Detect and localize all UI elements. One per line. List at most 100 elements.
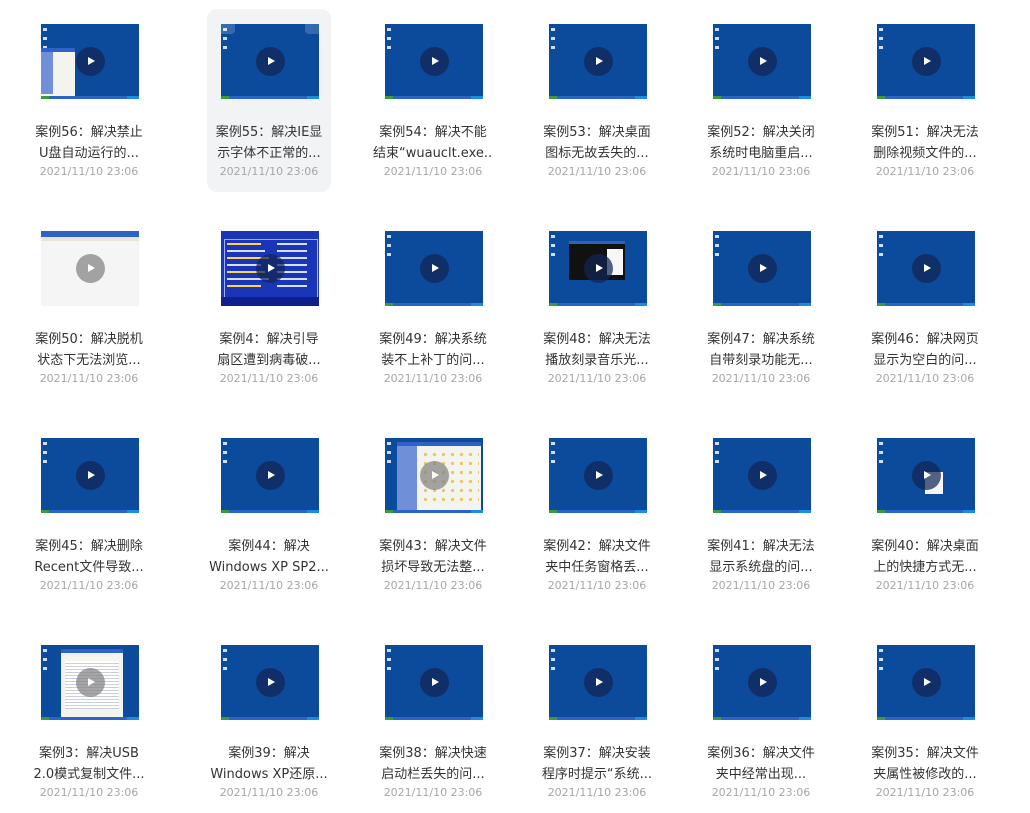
play-icon[interactable]: [76, 668, 105, 697]
video-title[interactable]: 案例35：解决文件 夹属性被修改的...: [865, 743, 985, 785]
video-title[interactable]: 案例48：解决无法 播放刻录音乐光...: [537, 329, 657, 371]
video-card[interactable]: 案例55：解决IE显 示字体不正常的... 2021/11/10 23:06: [207, 9, 331, 192]
play-icon[interactable]: [256, 668, 285, 697]
play-icon[interactable]: [912, 668, 941, 697]
video-thumbnail[interactable]: [41, 231, 139, 306]
video-card[interactable]: 案例47：解决系统 自带刻录功能无... 2021/11/10 23:06: [699, 216, 823, 399]
video-thumbnail[interactable]: [41, 645, 139, 720]
video-thumbnail[interactable]: [713, 645, 811, 720]
video-title[interactable]: 案例45：解决删除 Recent文件导致...: [29, 536, 149, 578]
video-thumbnail[interactable]: [713, 24, 811, 99]
video-card[interactable]: 案例37：解决安装 程序时提示“系统... 2021/11/10 23:06: [535, 630, 659, 813]
video-thumbnail[interactable]: [385, 438, 483, 513]
video-title[interactable]: 案例4：解决引导 扇区遭到病毒破...: [209, 329, 329, 371]
video-title[interactable]: 案例42：解决文件 夹中任务窗格丢...: [537, 536, 657, 578]
play-icon[interactable]: [420, 254, 449, 283]
play-icon[interactable]: [256, 254, 285, 283]
play-icon[interactable]: [748, 254, 777, 283]
video-title[interactable]: 案例56：解决禁止 U盘自动运行的...: [29, 122, 149, 164]
video-title-line: 夹属性被修改的...: [873, 767, 977, 782]
play-icon[interactable]: [912, 461, 941, 490]
video-title[interactable]: 案例46：解决网页 显示为空白的问...: [865, 329, 985, 371]
video-card[interactable]: 案例51：解决无法 删除视频文件的... 2021/11/10 23:06: [863, 9, 987, 192]
play-icon[interactable]: [584, 47, 613, 76]
play-icon[interactable]: [76, 47, 105, 76]
video-card[interactable]: 案例40：解决桌面 上的快捷方式无... 2021/11/10 23:06: [863, 423, 987, 606]
video-title[interactable]: 案例52：解决关闭 系统时电脑重启...: [701, 122, 821, 164]
video-title[interactable]: 案例47：解决系统 自带刻录功能无...: [701, 329, 821, 371]
play-icon[interactable]: [420, 47, 449, 76]
video-thumbnail[interactable]: [549, 231, 647, 306]
video-title[interactable]: 案例3：解决USB 2.0模式复制文件...: [29, 743, 149, 785]
video-title[interactable]: 案例55：解决IE显 示字体不正常的...: [209, 122, 329, 164]
video-card[interactable]: 案例4：解决引导 扇区遭到病毒破... 2021/11/10 23:06: [207, 216, 331, 399]
video-card[interactable]: 案例46：解决网页 显示为空白的问... 2021/11/10 23:06: [863, 216, 987, 399]
video-title[interactable]: 案例54：解决不能 结束“wuauclt.exe...: [373, 122, 493, 164]
play-icon[interactable]: [584, 461, 613, 490]
video-title-line: 案例51：解决无法: [871, 125, 979, 140]
video-thumbnail[interactable]: [221, 438, 319, 513]
video-card[interactable]: 案例48：解决无法 播放刻录音乐光... 2021/11/10 23:06: [535, 216, 659, 399]
video-thumbnail[interactable]: [385, 24, 483, 99]
play-icon[interactable]: [748, 668, 777, 697]
video-card[interactable]: 案例43：解决文件 损坏导致无法整... 2021/11/10 23:06: [371, 423, 495, 606]
video-thumbnail[interactable]: [221, 24, 319, 99]
video-title[interactable]: 案例38：解决快速 启动栏丢失的问...: [373, 743, 493, 785]
video-thumbnail[interactable]: [877, 24, 975, 99]
video-thumbnail[interactable]: [877, 231, 975, 306]
video-card[interactable]: 案例56：解决禁止 U盘自动运行的... 2021/11/10 23:06: [27, 9, 151, 192]
video-card[interactable]: 案例52：解决关闭 系统时电脑重启... 2021/11/10 23:06: [699, 9, 823, 192]
play-icon[interactable]: [748, 461, 777, 490]
play-icon[interactable]: [584, 668, 613, 697]
video-card[interactable]: 案例44：解决 Windows XP SP2... 2021/11/10 23:06: [207, 423, 331, 606]
video-thumbnail[interactable]: [877, 645, 975, 720]
video-title[interactable]: 案例51：解决无法 删除视频文件的...: [865, 122, 985, 164]
video-thumbnail[interactable]: [713, 438, 811, 513]
video-card[interactable]: 案例49：解决系统 装不上补丁的问... 2021/11/10 23:06: [371, 216, 495, 399]
video-title[interactable]: 案例50：解决脱机 状态下无法浏览...: [29, 329, 149, 371]
video-thumbnail[interactable]: [41, 438, 139, 513]
play-icon[interactable]: [748, 47, 777, 76]
video-card[interactable]: 案例3：解决USB 2.0模式复制文件... 2021/11/10 23:06: [27, 630, 151, 813]
play-icon[interactable]: [912, 254, 941, 283]
video-thumbnail[interactable]: [549, 438, 647, 513]
play-icon[interactable]: [76, 461, 105, 490]
video-title[interactable]: 案例39：解决 Windows XP还原...: [209, 743, 329, 785]
video-card[interactable]: 案例36：解决文件 夹中经常出现... 2021/11/10 23:06: [699, 630, 823, 813]
video-date: 2021/11/10 23:06: [547, 165, 647, 178]
video-card[interactable]: 案例54：解决不能 结束“wuauclt.exe... 2021/11/10 23:…: [371, 9, 495, 192]
video-thumbnail[interactable]: [877, 438, 975, 513]
video-card[interactable]: 案例35：解决文件 夹属性被修改的... 2021/11/10 23:06: [863, 630, 987, 813]
video-title[interactable]: 案例41：解决无法 显示系统盘的问...: [701, 536, 821, 578]
video-thumbnail[interactable]: [549, 24, 647, 99]
video-card[interactable]: 案例50：解决脱机 状态下无法浏览... 2021/11/10 23:06: [27, 216, 151, 399]
play-icon[interactable]: [420, 461, 449, 490]
video-title[interactable]: 案例36：解决文件 夹中经常出现...: [701, 743, 821, 785]
video-card[interactable]: 案例41：解决无法 显示系统盘的问... 2021/11/10 23:06: [699, 423, 823, 606]
play-icon[interactable]: [76, 254, 105, 283]
video-thumbnail[interactable]: [41, 24, 139, 99]
video-title[interactable]: 案例53：解决桌面 图标无故丢失的...: [537, 122, 657, 164]
video-card[interactable]: 案例53：解决桌面 图标无故丢失的... 2021/11/10 23:06: [535, 9, 659, 192]
video-title-line: 损坏导致无法整...: [381, 560, 485, 575]
video-title[interactable]: 案例43：解决文件 损坏导致无法整...: [373, 536, 493, 578]
video-card[interactable]: 案例39：解决 Windows XP还原... 2021/11/10 23:06: [207, 630, 331, 813]
video-thumbnail[interactable]: [385, 645, 483, 720]
video-card[interactable]: 案例38：解决快速 启动栏丢失的问... 2021/11/10 23:06: [371, 630, 495, 813]
video-card[interactable]: 案例45：解决删除 Recent文件导致... 2021/11/10 23:06: [27, 423, 151, 606]
play-icon[interactable]: [420, 668, 449, 697]
video-card[interactable]: 案例42：解决文件 夹中任务窗格丢... 2021/11/10 23:06: [535, 423, 659, 606]
video-title[interactable]: 案例44：解决 Windows XP SP2...: [209, 536, 329, 578]
play-icon[interactable]: [584, 254, 613, 283]
video-thumbnail[interactable]: [385, 231, 483, 306]
video-title[interactable]: 案例37：解决安装 程序时提示“系统...: [537, 743, 657, 785]
video-thumbnail[interactable]: [221, 645, 319, 720]
video-thumbnail[interactable]: [221, 231, 319, 306]
play-icon[interactable]: [256, 47, 285, 76]
video-thumbnail[interactable]: [549, 645, 647, 720]
play-icon[interactable]: [256, 461, 285, 490]
video-title[interactable]: 案例40：解决桌面 上的快捷方式无...: [865, 536, 985, 578]
play-icon[interactable]: [912, 47, 941, 76]
video-thumbnail[interactable]: [713, 231, 811, 306]
video-title[interactable]: 案例49：解决系统 装不上补丁的问...: [373, 329, 493, 371]
